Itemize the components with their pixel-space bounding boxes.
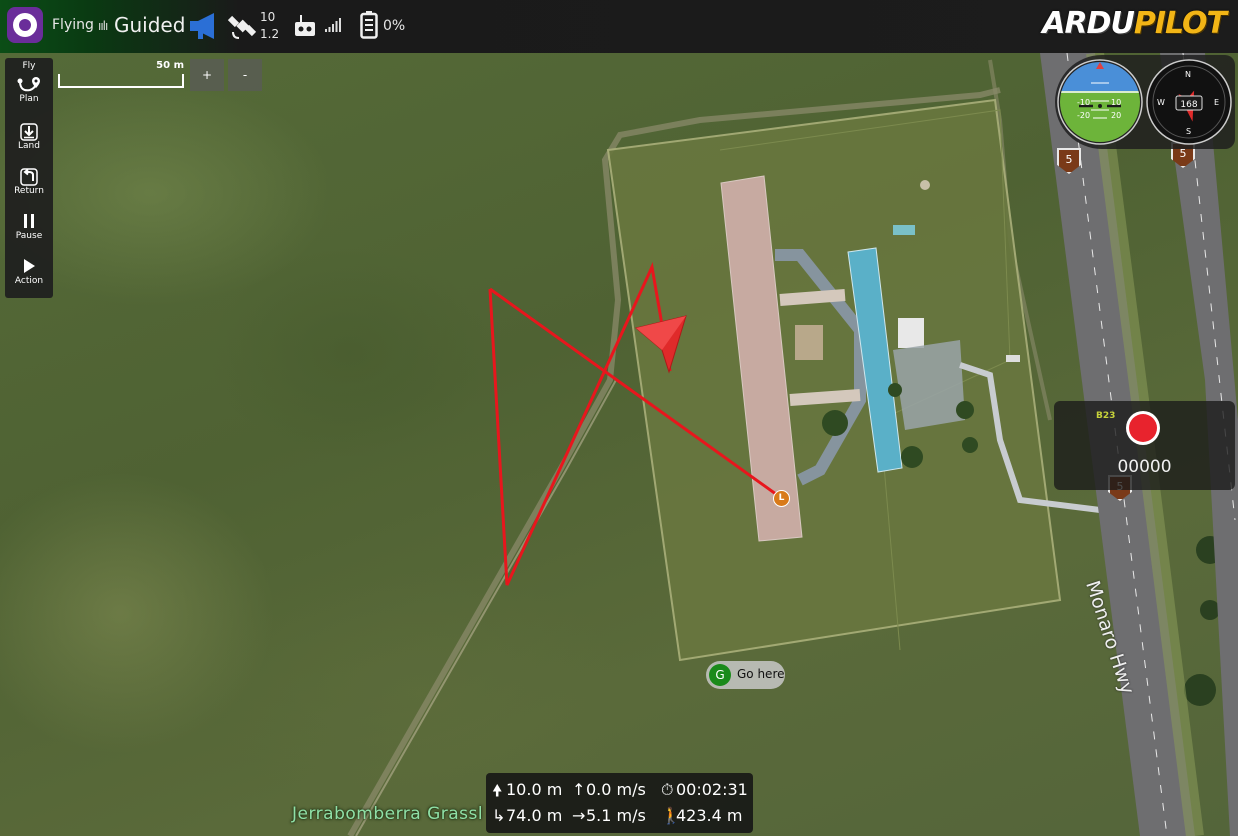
attitude-label: -10 [1077, 98, 1090, 107]
compass-label: N [1185, 70, 1191, 79]
goto-marker-icon: G [709, 664, 731, 686]
gps-satellite-icon[interactable] [227, 12, 257, 40]
tool-label: Pause [15, 231, 43, 241]
battery-icon[interactable] [360, 11, 378, 39]
instrument-panel[interactable]: -10 10 -20 20 N E S W 168 [1055, 55, 1235, 149]
play-icon [5, 258, 53, 276]
tool-label: Return [14, 186, 44, 196]
tool-label: Action [14, 276, 44, 286]
ground-speed-value: 5.1 m/s [586, 806, 646, 825]
flight-time-value: 00:02:31 [676, 780, 748, 799]
top-toolbar: Flying ıılı Guided 10 1.2 0% ARDUPILOT [0, 0, 1238, 53]
land-icon [5, 123, 53, 141]
ground-speed-icon: → [572, 806, 586, 825]
tool-action[interactable]: Action [5, 258, 53, 286]
record-button[interactable] [1126, 411, 1160, 445]
map-imagery [347, 53, 1238, 836]
altitude-icon: 🠝 [492, 781, 503, 800]
tool-label: Fly [22, 61, 36, 71]
road-shield-b23: B23 [1096, 411, 1116, 421]
goto-label: Go here [737, 667, 785, 681]
distance-home-value: 74.0 m [506, 806, 563, 825]
distance-home-icon: ↳ [492, 806, 506, 825]
zoom-out-button[interactable]: - [228, 59, 262, 91]
gps-hdop: 1.2 [260, 27, 280, 41]
rc-transmitter-icon[interactable] [293, 14, 317, 38]
tool-label: Land [18, 141, 40, 151]
flight-mode-selector[interactable]: Guided [114, 13, 185, 37]
pause-icon [5, 213, 53, 231]
messages-megaphone-icon[interactable] [188, 11, 220, 41]
launch-marker[interactable]: L [773, 490, 790, 507]
scale-bar [58, 74, 184, 88]
tool-fly[interactable]: Fly [5, 61, 53, 71]
zoom-in-button[interactable]: + [190, 59, 224, 91]
tool-return[interactable]: Return [5, 168, 53, 196]
go-here-marker[interactable]: G Go here [706, 661, 785, 689]
return-icon [5, 168, 53, 186]
total-distance-value: 423.4 m [676, 806, 743, 825]
tool-label: Plan [19, 94, 39, 104]
tool-strip: Fly Plan Land Return Pause Action [5, 58, 53, 298]
vertical-speed-value: 0.0 m/s [586, 780, 646, 799]
mode-icon: ıılı [98, 19, 108, 33]
attitude-label: 10 [1111, 98, 1121, 107]
place-label: Jerrabomberra Grassl [292, 804, 484, 824]
attitude-label: 20 [1111, 111, 1121, 120]
map-view[interactable]: L 5 5 5 [0, 53, 1238, 836]
tool-land[interactable]: Land [5, 123, 53, 151]
telemetry-panel: 🠝 10.0 m ↑ 0.0 m/s ⏱ 00:02:31 ↳ 74.0 m →… [486, 773, 753, 833]
tool-plan[interactable]: Plan [5, 76, 53, 104]
video-record-panel: B23 00000 [1054, 401, 1235, 490]
ardupilot-logo: ARDUPILOT [1042, 6, 1227, 41]
battery-percent: 0% [383, 18, 406, 34]
compass-label: W [1157, 98, 1165, 107]
scale-label: 50 m [156, 60, 184, 71]
qgc-logo-icon[interactable] [7, 7, 43, 43]
compass-heading: 168 [1180, 100, 1197, 110]
map-scale: 50 m [58, 60, 186, 90]
plan-route-icon [5, 76, 53, 94]
gps-satellite-count: 10 [260, 10, 276, 24]
compass-label: E [1214, 98, 1219, 107]
timer-icon: ⏱ [661, 780, 674, 799]
tool-pause[interactable]: Pause [5, 213, 53, 241]
signal-strength-icon [325, 18, 341, 32]
record-time: 00000 [1117, 457, 1172, 477]
flight-state: Flying [52, 17, 94, 33]
attitude-label: -20 [1077, 111, 1090, 120]
instrument-gauges: -10 10 -20 20 N E S W 168 [1057, 59, 1232, 145]
vertical-speed-icon: ↑ [572, 780, 586, 799]
altitude-value: 10.0 m [506, 780, 563, 799]
compass-label: S [1186, 127, 1191, 136]
